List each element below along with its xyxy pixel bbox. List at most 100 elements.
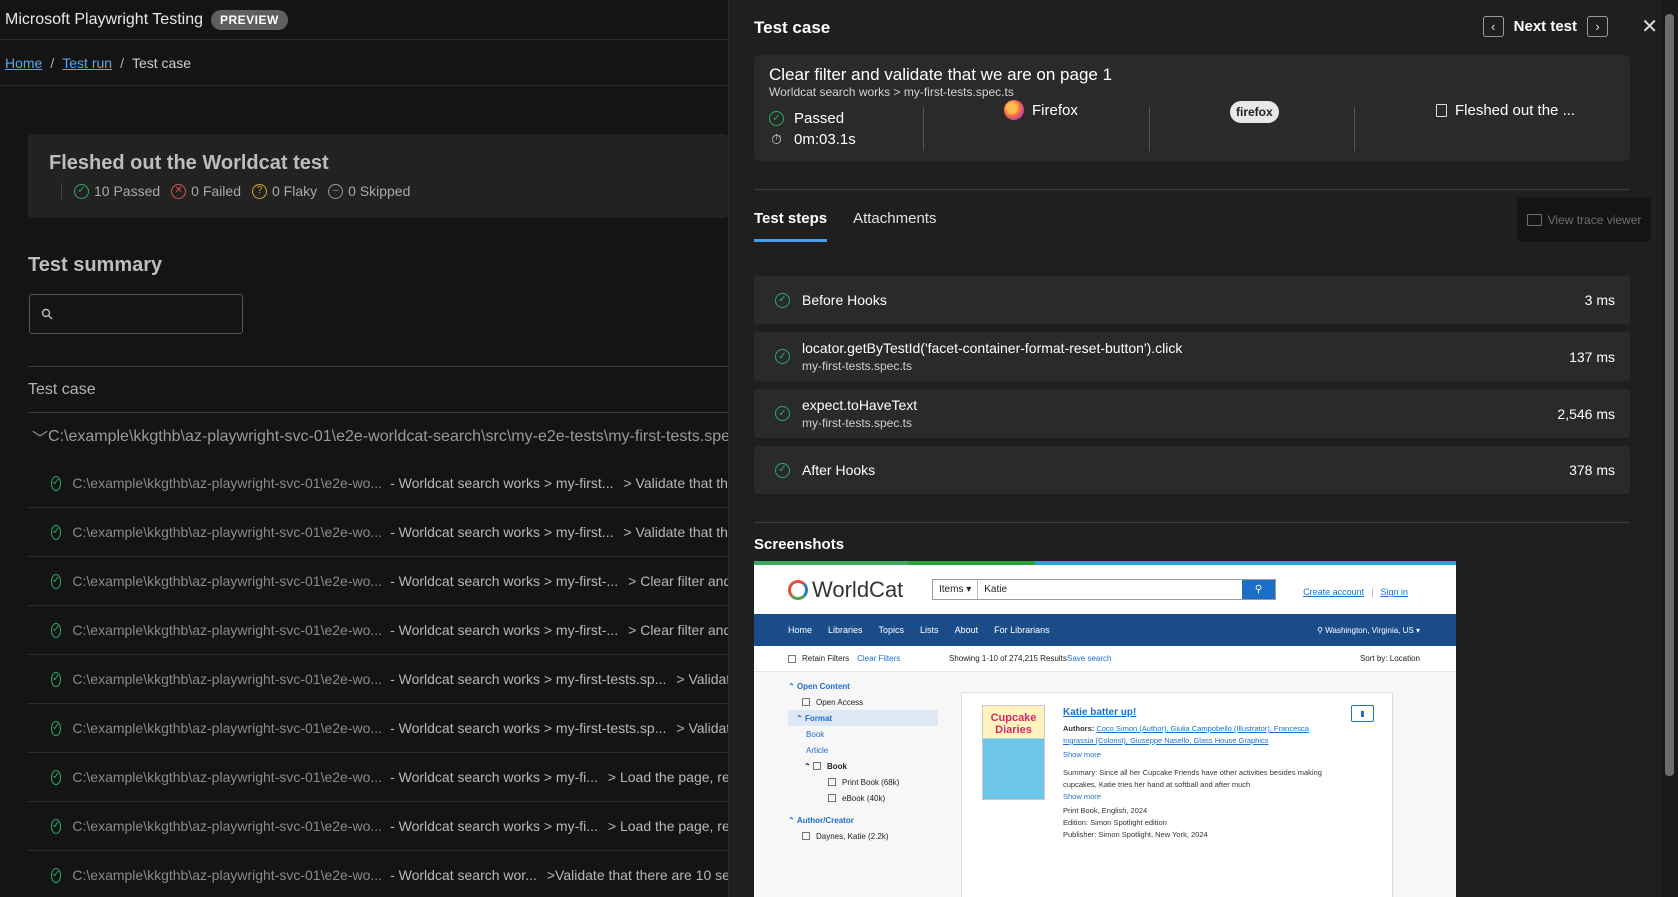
facet-label: Book <box>826 761 847 771</box>
check-icon: ✓ <box>775 406 790 421</box>
test-file-group[interactable]: ﹀ C:\example\kkgthb\az-playwright-svc-01… <box>28 414 728 459</box>
test-case-path: C:\example\kkgthb\az-playwright-svc-01\e… <box>72 622 383 638</box>
trace-icon <box>1526 213 1542 226</box>
save-search-link: Save search <box>1067 654 1112 663</box>
panel-title: Test case <box>754 18 831 37</box>
sign-in-link: Sign in <box>1380 587 1408 597</box>
divider <box>1354 107 1355 151</box>
nav-item: Topics <box>878 625 905 635</box>
step-name: After Hooks <box>802 462 876 478</box>
check-icon: ✓ <box>769 111 784 126</box>
breadcrumb-run-link[interactable]: Test run <box>62 55 112 71</box>
test-case-list: ✓ C:\example\kkgthb\az-playwright-svc-01\… <box>28 459 728 897</box>
next-test-button[interactable]: › <box>1587 16 1608 37</box>
facet-label: Print Book (68k) <box>842 777 900 787</box>
test-navigation: ‹ Next test › <box>1482 16 1608 37</box>
project-cell: firefox <box>1230 101 1279 123</box>
run-summary-card: Fleshed out the Worldcat test ✓ 10 Passed… <box>28 134 728 218</box>
step-file: my-first-tests.spec.ts <box>802 359 913 373</box>
step-text: Before Hooks <box>802 292 1585 308</box>
test-case-suite: - Worldcat search works > my-first... <box>390 524 614 540</box>
facet-option: Daynes, Katie (2.2k) <box>788 828 938 844</box>
test-case-row[interactable]: ✓ C:\example\kkgthb\az-playwright-svc-01\… <box>28 508 728 557</box>
worldcat-search: Items ▾ Katie ⚲ <box>932 579 1276 600</box>
test-case-path: C:\example\kkgthb\az-playwright-svc-01\e… <box>72 475 383 491</box>
test-case-row[interactable]: ✓ C:\example\kkgthb\az-playwright-svc-01\… <box>28 753 728 802</box>
divider <box>923 107 924 151</box>
breadcrumb-home-link[interactable]: Home <box>5 55 42 71</box>
test-case-path: C:\example\kkgthb\az-playwright-svc-01\e… <box>72 720 383 736</box>
facet-label: Daynes, Katie (2.2k) <box>816 831 889 841</box>
location-text: ⚲ Washington, Virginia, US ▾ <box>1317 626 1420 635</box>
checkbox-icon <box>828 778 836 786</box>
panel-scrollbar[interactable] <box>1661 0 1678 897</box>
test-search-box[interactable] <box>29 294 243 334</box>
test-case-suite: - Worldcat search works > my-first-tests… <box>390 671 667 687</box>
skipped-stat: –0 Skipped <box>328 183 410 199</box>
tab-test-steps[interactable]: Test steps <box>754 210 828 242</box>
run-stats: ✓ 10 Passed ✕ 0 Failed ? 0 Flaky –0 Skipped <box>61 183 728 199</box>
test-case-row[interactable]: ✓ C:\example\kkgthb\az-playwright-svc-01\… <box>28 802 728 851</box>
previous-test-button[interactable]: ‹ <box>1482 16 1504 37</box>
test-case-panel: Test case ‹ Next test › ✕ Clear filter a… <box>728 0 1678 897</box>
step-duration: 3 ms <box>1584 292 1615 308</box>
test-case-path: C:\example\kkgthb\az-playwright-svc-01\e… <box>72 867 383 883</box>
check-icon: ✓ <box>51 818 62 834</box>
test-step[interactable]: ✓ expect.toHaveText my-first-tests.spec.ts… <box>754 389 1630 438</box>
breadcrumb: Home / Test run / Test case <box>0 40 728 86</box>
test-case-row[interactable]: ✓ C:\example\kkgthb\az-playwright-svc-01\… <box>28 655 728 704</box>
chevron-down-icon[interactable]: ﹀ <box>32 425 48 449</box>
test-case-row[interactable]: ✓ C:\example\kkgthb\az-playwright-svc-01\… <box>28 606 728 655</box>
next-test-label[interactable]: Next test <box>1514 18 1577 35</box>
test-case-name: > Validate that the format is Book <box>676 671 728 687</box>
run-title: Fleshed out the Worldcat test <box>49 152 329 174</box>
check-icon: ✓ <box>51 867 62 883</box>
check-icon: ✓ <box>74 183 89 199</box>
flaky-stat: ? 0 Flaky <box>251 183 317 199</box>
test-step[interactable]: ✓ After Hooks 378 ms <box>754 446 1630 494</box>
test-step[interactable]: ✓ locator.getByTestId('facet-container-fo… <box>754 332 1630 381</box>
test-case-name: > Validate that the format is Book <box>676 720 728 736</box>
search-result-card: Cupcake Diaries Katie batter up! ▮ Autho… <box>961 692 1393 897</box>
test-info-card: Clear filter and validate that we are on… <box>754 55 1630 161</box>
app-root: Microsoft Playwright Testing PREVIEW Hom… <box>0 0 1678 897</box>
test-screenshot[interactable]: WorldCat Items ▾ Katie ⚲ Create account … <box>754 561 1456 897</box>
test-case-title: Clear filter and validate that we are on… <box>769 65 1113 84</box>
test-search-input[interactable] <box>59 306 229 322</box>
facet-label: eBook (40k) <box>842 793 886 803</box>
view-trace-label: View trace viewer <box>1547 212 1642 227</box>
close-icon[interactable]: ✕ <box>1641 16 1658 38</box>
step-name: locator.getByTestId('facet-container-for… <box>802 340 1183 356</box>
run-name-cell[interactable]: Fleshed out the ... <box>1436 99 1575 121</box>
test-case-name: > Clear filter and validate that we are … <box>628 573 728 589</box>
test-case-name: >Validate that there are 10 search resul… <box>546 867 728 883</box>
nav-item: For Librarians <box>994 625 1050 635</box>
test-case-row[interactable]: ✓ C:\example\kkgthb\az-playwright-svc-01\… <box>28 704 728 753</box>
step-name: Before Hooks <box>802 292 887 308</box>
run-name-link[interactable]: Fleshed out the ... <box>1455 102 1575 119</box>
check-icon: ✓ <box>51 720 62 736</box>
scrollbar-thumb[interactable] <box>1665 14 1674 776</box>
search-query: Katie <box>984 584 1008 595</box>
test-case-column-header: Test case <box>28 366 728 413</box>
test-case-path: C:\example\kkgthb\az-playwright-svc-01\e… <box>72 818 383 834</box>
test-case-path: C:\example\kkgthb\az-playwright-svc-01\e… <box>72 573 383 589</box>
project-pill: firefox <box>1230 101 1279 123</box>
test-case-suite: - Worldcat search works > my-first-... <box>390 622 619 638</box>
view-trace-viewer-button[interactable]: View trace viewer <box>1517 197 1651 242</box>
test-case-row[interactable]: ✓ C:\example\kkgthb\az-playwright-svc-01\… <box>28 557 728 606</box>
tab-attachments[interactable]: Attachments <box>853 210 936 242</box>
test-case-row[interactable]: ✓ C:\example\kkgthb\az-playwright-svc-01\… <box>28 459 728 508</box>
test-step[interactable]: ✓ Before Hooks 3 ms <box>754 276 1630 324</box>
book-authors: Authors: Coco Simon (Author), Giulia Cam… <box>1063 723 1333 747</box>
test-case-name: > Load the page, reject cookies and sear… <box>607 769 728 785</box>
search-icon: ⚲ <box>1242 580 1275 599</box>
test-case-name: > Validate that there are 10 search resu… <box>623 475 728 491</box>
facet-heading-selected: ⌃ Format <box>788 710 938 726</box>
test-case-row[interactable]: ✓ C:\example\kkgthb\az-playwright-svc-01\… <box>28 851 728 897</box>
book-cover: Cupcake Diaries <box>982 705 1045 800</box>
background-page: Microsoft Playwright Testing PREVIEW Hom… <box>0 0 728 897</box>
test-case-subtitle: Worldcat search works > my-first-tests.s… <box>769 85 1014 99</box>
checkbox-icon <box>828 794 836 802</box>
breadcrumb-separator: / <box>120 54 124 71</box>
